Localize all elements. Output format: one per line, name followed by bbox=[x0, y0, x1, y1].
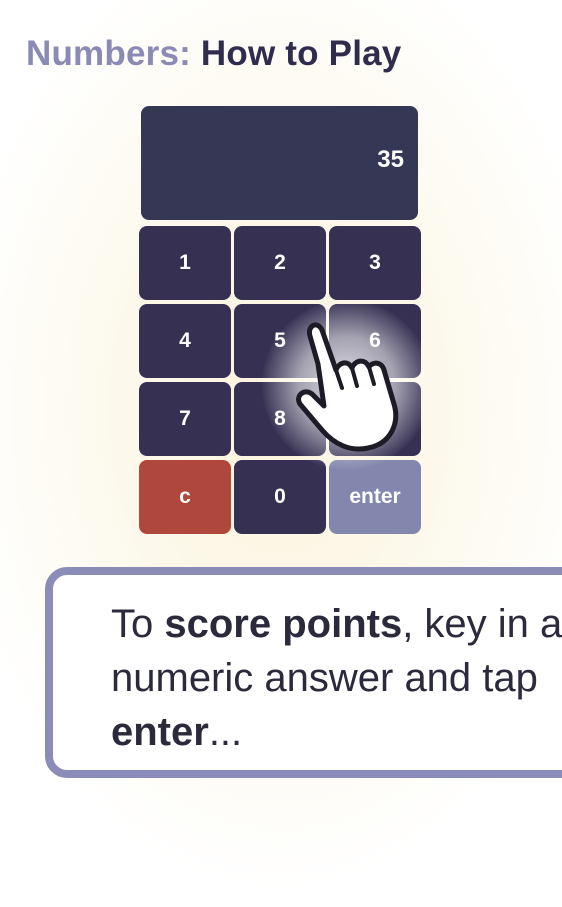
tutorial-emphasis: enter bbox=[111, 710, 209, 754]
key-0[interactable]: 0 bbox=[234, 460, 326, 534]
key-7[interactable]: 7 bbox=[139, 382, 231, 456]
tutorial-text-part: To bbox=[111, 602, 165, 646]
key-3[interactable]: 3 bbox=[329, 226, 421, 300]
key-8[interactable]: 8 bbox=[234, 382, 326, 456]
answer-value: 35 bbox=[377, 146, 404, 173]
page-subtitle: How to Play bbox=[200, 34, 402, 73]
tutorial-emphasis: score points bbox=[164, 602, 403, 646]
key-6[interactable]: 6 bbox=[329, 304, 421, 378]
key-2[interactable]: 2 bbox=[234, 226, 326, 300]
clear-button[interactable]: c bbox=[139, 460, 231, 534]
tutorial-callout: To score points, key in a numeric answer… bbox=[45, 567, 562, 778]
page-title: Numbers: How to Play bbox=[26, 34, 401, 74]
key-9[interactable]: 9 bbox=[329, 382, 421, 456]
tutorial-text: To score points, key in a numeric answer… bbox=[111, 597, 562, 759]
enter-button[interactable]: enter bbox=[329, 460, 421, 534]
key-5[interactable]: 5 bbox=[234, 304, 326, 378]
answer-display: 35 bbox=[141, 106, 418, 220]
game-name: Numbers: bbox=[26, 34, 191, 73]
key-4[interactable]: 4 bbox=[139, 304, 231, 378]
key-1[interactable]: 1 bbox=[139, 226, 231, 300]
tutorial-text-part: ... bbox=[208, 710, 243, 754]
